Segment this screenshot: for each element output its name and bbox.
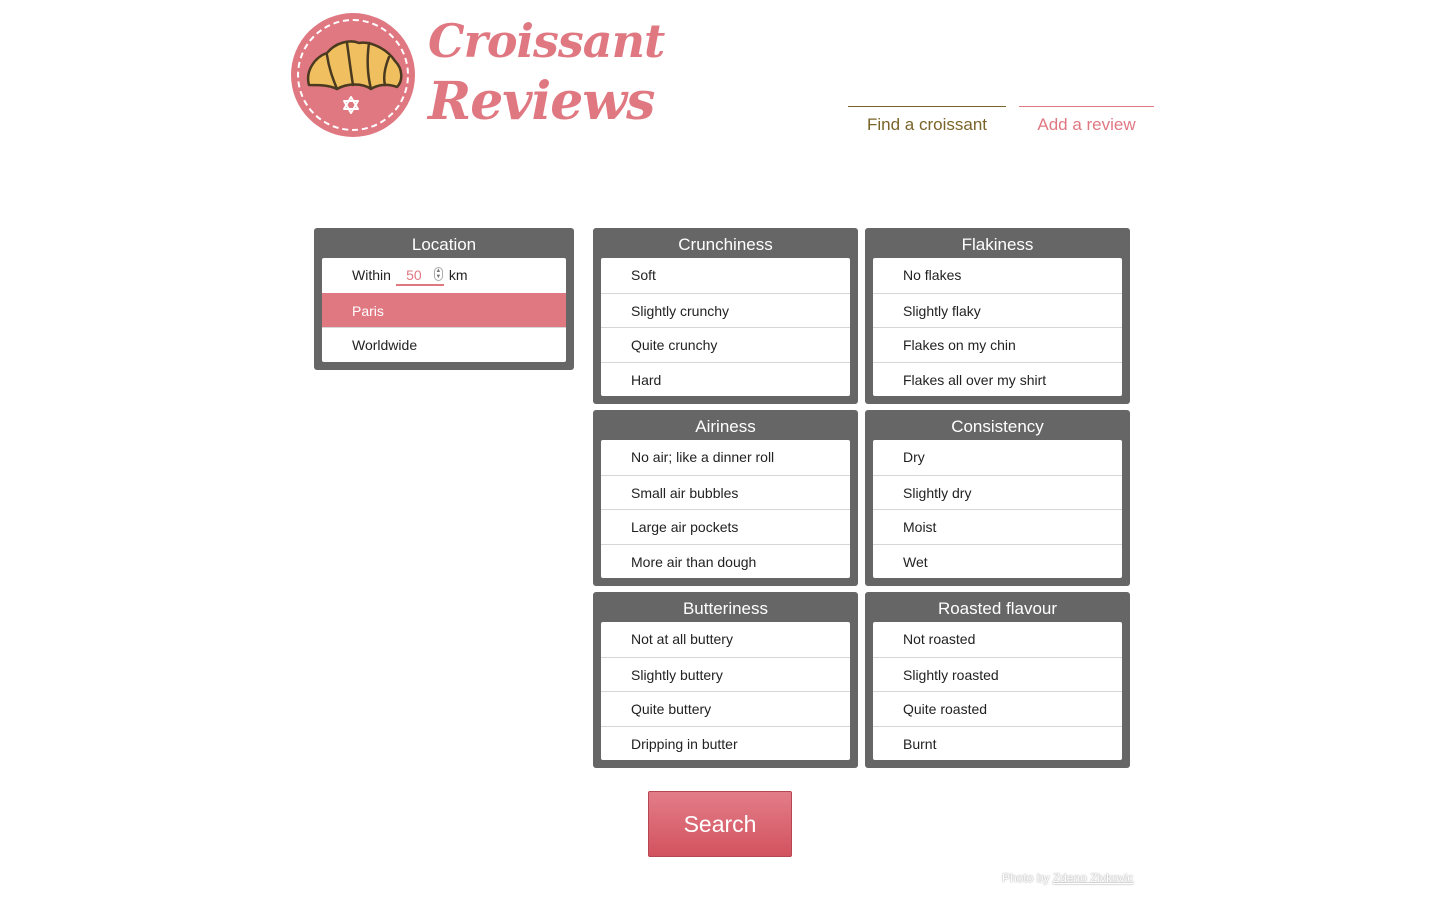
crunchiness-option[interactable]: Hard xyxy=(601,361,850,397)
within-label: Within xyxy=(352,267,391,284)
flakiness-option[interactable]: Flakes all over my shirt xyxy=(873,361,1122,397)
panel-title: Airiness xyxy=(695,417,756,436)
crunchiness-panel: Crunchiness Soft Slightly crunchy Quite … xyxy=(593,228,858,404)
photo-credit-author-link[interactable]: Zdeno Zivkovic xyxy=(1053,871,1134,885)
location-option-paris[interactable]: Paris xyxy=(322,292,566,327)
airiness-panel: Airiness No air; like a dinner roll Smal… xyxy=(593,410,858,586)
airiness-option[interactable]: No air; like a dinner roll xyxy=(601,440,850,475)
roasted-option[interactable]: Not roasted xyxy=(873,622,1122,657)
flakiness-option[interactable]: Flakes on my chin xyxy=(873,327,1122,362)
crunchiness-options: Soft Slightly crunchy Quite crunchy Hard xyxy=(601,258,850,396)
croissant-icon xyxy=(306,40,403,114)
panel-title: Roasted flavour xyxy=(937,599,1058,618)
consistency-options: Dry Slightly dry Moist Wet xyxy=(873,440,1122,578)
roasted-option[interactable]: Slightly roasted xyxy=(873,656,1122,692)
logo-word-reviews: Reviews xyxy=(428,71,655,132)
crunchiness-option[interactable]: Soft xyxy=(601,258,850,293)
radius-value: 50 xyxy=(406,267,422,284)
panel-title: Butteriness xyxy=(682,599,769,618)
butteriness-option[interactable]: Quite buttery xyxy=(601,691,850,726)
roasted-option[interactable]: Burnt xyxy=(873,725,1122,761)
airiness-option[interactable]: More air than dough xyxy=(601,543,850,579)
butteriness-option[interactable]: Dripping in butter xyxy=(601,725,850,761)
panel-title: Location xyxy=(411,235,477,254)
consistency-option[interactable]: Moist xyxy=(873,509,1122,544)
location-option-worldwide[interactable]: Worldwide xyxy=(322,327,566,362)
flakiness-option[interactable]: Slightly flaky xyxy=(873,292,1122,328)
crunchiness-option[interactable]: Slightly crunchy xyxy=(601,292,850,328)
consistency-option[interactable]: Slightly dry xyxy=(873,474,1122,510)
airiness-options: No air; like a dinner roll Small air bub… xyxy=(601,440,850,578)
search-button[interactable]: Search xyxy=(648,791,792,857)
logo-word-croissant: Croissant xyxy=(428,14,665,68)
roasted-option[interactable]: Quite roasted xyxy=(873,691,1122,726)
butteriness-panel: Butteriness Not at all buttery Slightly … xyxy=(593,592,858,768)
radius-number-input[interactable]: 50 ▲ ▼ xyxy=(395,264,444,287)
crunchiness-option[interactable]: Quite crunchy xyxy=(601,327,850,362)
location-options: Within 50 ▲ ▼ km Paris Worldwide xyxy=(322,258,566,362)
butteriness-option[interactable]: Not at all buttery xyxy=(601,622,850,657)
consistency-panel: Consistency Dry Slightly dry Moist Wet xyxy=(865,410,1130,586)
roasted-flavour-options: Not roasted Slightly roasted Quite roast… xyxy=(873,622,1122,760)
radius-spinner-icon[interactable]: ▲ ▼ xyxy=(433,267,443,282)
consistency-option[interactable]: Wet xyxy=(873,543,1122,579)
panel-title: Consistency xyxy=(951,417,1044,436)
butteriness-option[interactable]: Slightly buttery xyxy=(601,656,850,692)
panel-title: Flakiness xyxy=(961,235,1034,254)
within-radius-option[interactable]: Within 50 ▲ ▼ km xyxy=(322,258,566,293)
consistency-option[interactable]: Dry xyxy=(873,440,1122,475)
nav-add-review[interactable]: Add a review xyxy=(1019,106,1154,140)
photo-credit: Photo by Zdeno Zivkovic xyxy=(1002,871,1133,885)
airiness-option[interactable]: Small air bubbles xyxy=(601,474,850,510)
flakiness-option[interactable]: No flakes xyxy=(873,258,1122,293)
logo-wordmark[interactable]: Croissant Reviews xyxy=(428,10,665,132)
logo-badge[interactable] xyxy=(291,13,415,137)
flakiness-options: No flakes Slightly flaky Flakes on my ch… xyxy=(873,258,1122,396)
flakiness-panel: Flakiness No flakes Slightly flaky Flake… xyxy=(865,228,1130,404)
panel-title: Crunchiness xyxy=(678,235,773,254)
butteriness-options: Not at all buttery Slightly buttery Quit… xyxy=(601,622,850,760)
airiness-option[interactable]: Large air pockets xyxy=(601,509,850,544)
location-panel: Location Within 50 ▲ ▼ km Paris Worldwide xyxy=(314,228,574,370)
radius-unit: km xyxy=(448,267,468,284)
roasted-flavour-panel: Roasted flavour Not roasted Slightly roa… xyxy=(865,592,1130,768)
nav-find-croissant[interactable]: Find a croissant xyxy=(848,106,1006,140)
photo-credit-prefix: Photo by xyxy=(1002,871,1050,885)
